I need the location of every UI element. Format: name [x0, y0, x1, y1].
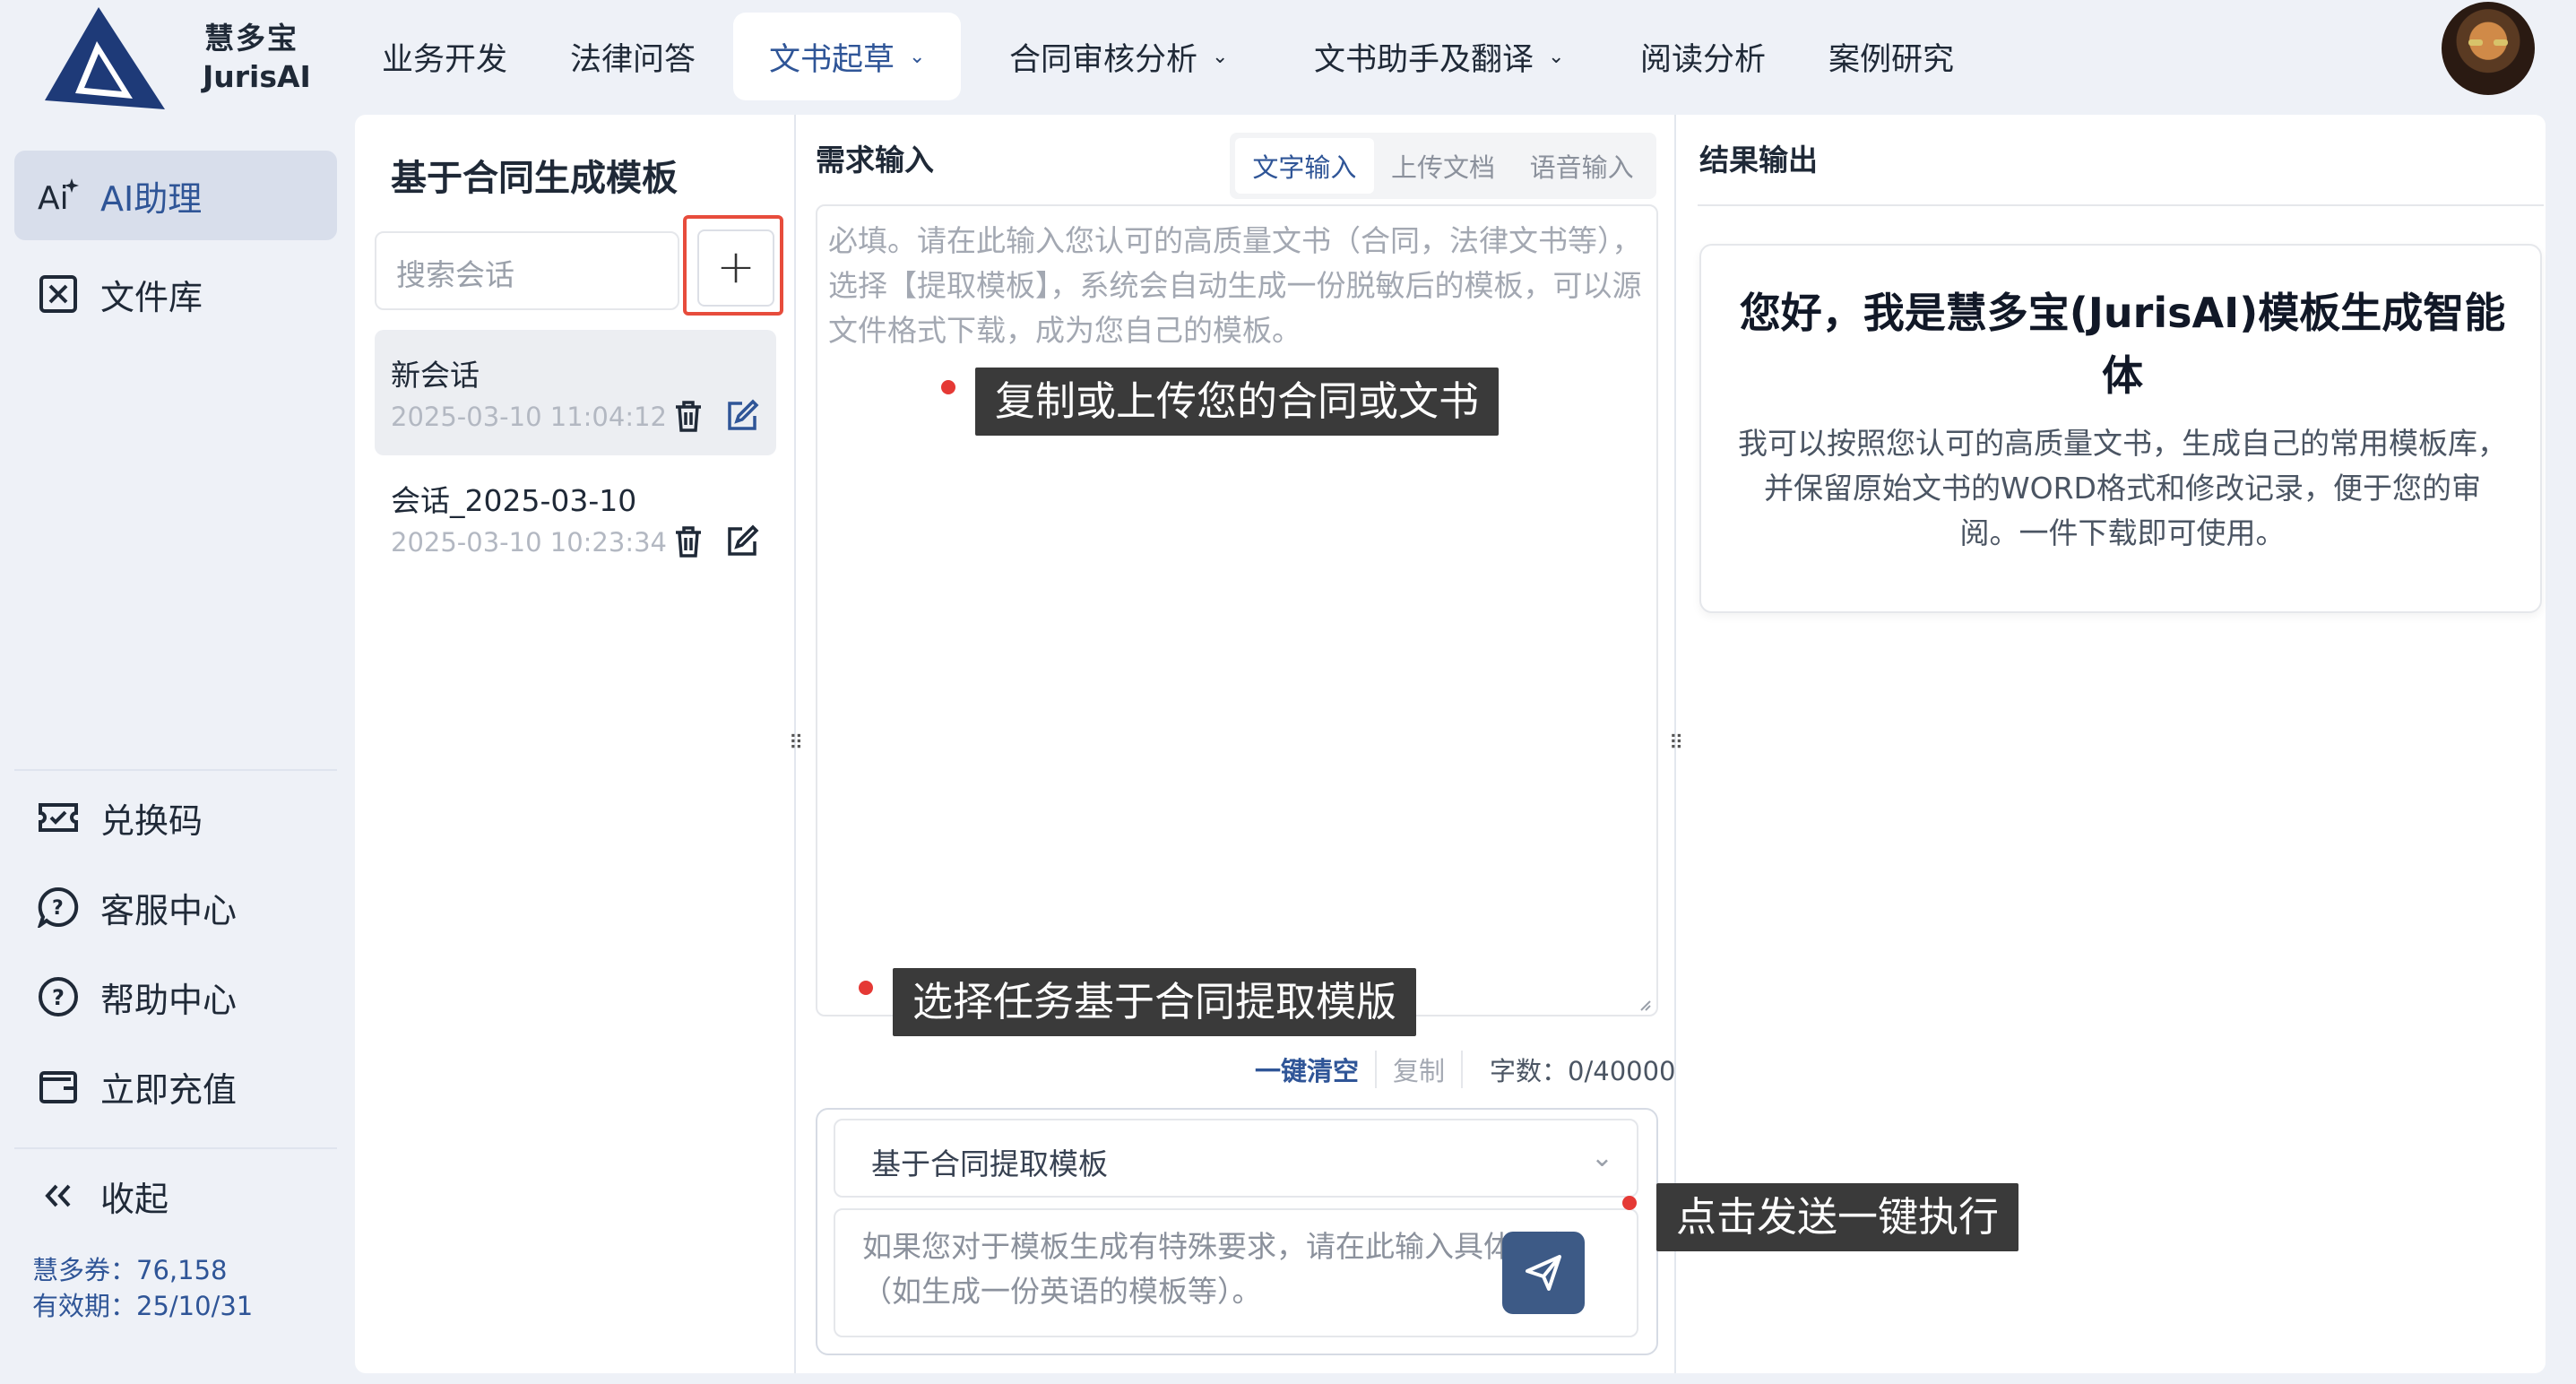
sidebar-item-label: AI助理 — [100, 178, 203, 219]
sidebar-item-ai-assistant[interactable]: Ai AI助理 — [14, 151, 337, 240]
edit-icon[interactable] — [724, 523, 760, 559]
clear-button[interactable]: 一键清空 — [1255, 1051, 1378, 1088]
sidebar-item-label: 客服中心 — [100, 890, 238, 930]
ticket-icon — [36, 795, 81, 840]
output-panel-title: 结果输出 — [1699, 143, 1818, 177]
session-name: 会话_2025-03-10 — [391, 483, 637, 518]
tab-voice-input[interactable]: 语音输入 — [1512, 138, 1651, 194]
nav-item-drafting-label: 文书起草 — [769, 41, 895, 78]
chevron-down-icon: ⌄ — [1548, 45, 1565, 68]
sidebar-item-recharge[interactable]: 立即充值 — [14, 1042, 337, 1131]
paper-plane-icon — [1526, 1255, 1561, 1291]
tab-upload-doc[interactable]: 上传文档 — [1374, 138, 1513, 194]
edit-icon[interactable] — [724, 398, 760, 434]
sidebar-item-label: 帮助中心 — [100, 980, 238, 1020]
trash-icon[interactable] — [670, 398, 706, 434]
extra-requirements-placeholder: 如果您对于模板生成有特殊要求，请在此输入具体信息（如生成一份英语的模板等）。 — [862, 1229, 1572, 1309]
sidebar-item-label: 兑换码 — [100, 800, 203, 841]
chevron-down-icon: ⌄ — [1212, 45, 1229, 68]
new-session-button[interactable]: + — [697, 229, 774, 307]
document-textarea[interactable]: 必填。请在此输入您认可的高质量文书（合同，法律文书等），选择【提取模板】，系统会… — [816, 204, 1658, 1016]
task-select-value: 基于合同提取模板 — [871, 1146, 1108, 1181]
sidebar-item-label: 立即充值 — [100, 1069, 238, 1110]
annotation-tip-select-task: 选择任务基于合同提取模版 — [893, 968, 1417, 1036]
nav-item-contract-review-label: 合同审核分析 — [1009, 41, 1198, 78]
brand-name-en: JurisAI — [203, 59, 311, 94]
nav-item-contract-review[interactable]: 合同审核分析 ⌄ — [1009, 13, 1228, 100]
svg-text:?: ? — [52, 897, 64, 920]
greeting-body: 我可以按照您认可的高质量文书，生成自己的常用模板库，并保留原始文书的WORD格式… — [1738, 426, 2507, 550]
sidebar-item-support[interactable]: ? 客服中心 — [14, 862, 337, 952]
svg-text:?: ? — [52, 985, 65, 1010]
session-item[interactable]: 新会话 2025-03-10 11:04:12 — [375, 330, 776, 455]
nav-item-cases[interactable]: 案例研究 — [1828, 13, 1954, 100]
sidebar-item-file-library[interactable]: 文件库 — [14, 249, 337, 339]
sidebar-item-label: 文件库 — [100, 277, 203, 317]
nav-item-doc-assistant[interactable]: 文书助手及翻译 ⌄ — [1314, 13, 1564, 100]
annotation-dot — [1622, 1196, 1637, 1210]
svg-text:Ai: Ai — [38, 180, 69, 217]
user-avatar[interactable] — [2442, 2, 2535, 95]
chat-support-icon: ? — [36, 885, 81, 930]
session-search-input[interactable]: 搜索会话 — [375, 231, 679, 310]
greeting-card: 您好，我是慧多宝(JurisAI)模板生成智能体 我可以按照您认可的高质量文书，… — [1699, 244, 2542, 613]
nav-item-drafting[interactable]: 文书起草 ⌄ — [733, 13, 962, 100]
nav-item-legal-qa[interactable]: 法律问答 — [570, 13, 696, 100]
sessions-panel-title: 基于合同生成模板 — [391, 158, 678, 199]
session-time: 2025-03-10 11:04:12 — [391, 402, 667, 432]
annotation-tip-send: 点击发送一键执行 — [1656, 1183, 2019, 1251]
jurisai-logo-icon — [45, 7, 165, 109]
char-count: 字数：0/40000 — [1490, 1056, 1676, 1086]
greeting-title: 您好，我是慧多宝(JurisAI)模板生成智能体 — [1739, 289, 2506, 400]
wallet-icon — [36, 1064, 81, 1109]
session-name: 新会话 — [391, 358, 480, 393]
resize-handle-icon[interactable] — [1637, 997, 1651, 1011]
copy-button[interactable]: 复制 — [1377, 1051, 1464, 1088]
task-select[interactable]: 基于合同提取模板 ⌄ — [834, 1119, 1638, 1198]
send-button[interactable] — [1502, 1232, 1585, 1314]
input-mode-tabs: 文字输入 上传文档 语音输入 — [1230, 133, 1656, 199]
drag-handle-icon[interactable]: ⠿ — [1669, 731, 1683, 757]
sidebar-divider — [14, 1147, 337, 1149]
annotation-dot — [859, 981, 873, 995]
double-chevron-left-icon — [36, 1173, 81, 1218]
input-panel-title: 需求输入 — [816, 143, 934, 177]
file-library-icon — [36, 272, 81, 316]
session-time: 2025-03-10 10:23:34 — [391, 527, 667, 558]
chevron-down-icon: ⌄ — [909, 45, 926, 68]
tab-text-input[interactable]: 文字输入 — [1235, 138, 1374, 194]
coupon-balance: 慧多券：76,158 — [32, 1255, 228, 1285]
sidebar-collapse-label: 收起 — [100, 1179, 169, 1219]
nav-item-doc-assistant-label: 文书助手及翻译 — [1314, 41, 1534, 78]
sidebar-collapse-button[interactable]: 收起 — [14, 1151, 337, 1241]
textarea-actions: 一键清空 复制 字数：0/40000 — [1255, 1049, 1676, 1090]
sidebar-item-help[interactable]: ? 帮助中心 — [14, 952, 337, 1042]
ai-sparkle-icon: Ai — [36, 173, 81, 218]
sidebar-item-redeem[interactable]: 兑换码 — [14, 773, 337, 862]
question-circle-icon: ? — [36, 974, 81, 1019]
output-divider — [1698, 204, 2544, 206]
drag-handle-icon[interactable]: ⠿ — [789, 731, 803, 757]
sidebar-divider — [14, 769, 337, 771]
annotation-dot — [941, 380, 955, 394]
brand-name-cn: 慧多宝 — [204, 21, 298, 56]
session-item[interactable]: 会话_2025-03-10 2025-03-10 10:23:34 — [375, 455, 776, 581]
chevron-down-icon: ⌄ — [1590, 1142, 1613, 1173]
trash-icon[interactable] — [670, 523, 706, 559]
nav-item-reading[interactable]: 阅读分析 — [1640, 13, 1766, 100]
coupon-expiry: 有效期：25/10/31 — [32, 1291, 254, 1321]
textarea-placeholder: 必填。请在此输入您认可的高质量文书（合同，法律文书等），选择【提取模板】，系统会… — [828, 223, 1642, 348]
nav-item-business[interactable]: 业务开发 — [382, 13, 507, 100]
annotation-tip-upload: 复制或上传您的合同或文书 — [975, 368, 1500, 436]
